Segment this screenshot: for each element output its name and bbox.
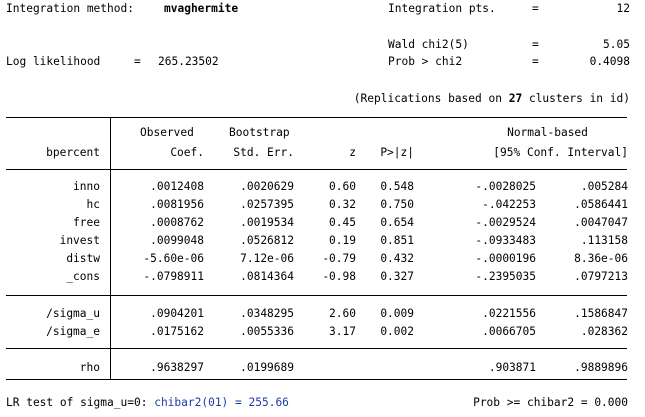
prob-eq: = (532, 55, 539, 68)
row-ci-high: 8.36e-06 (574, 252, 628, 265)
row-coef: .0175162 (150, 325, 204, 338)
lr-test-stat: chibar2(01) = 255.66 (154, 396, 289, 409)
row-name: inno (73, 180, 100, 193)
row-ci-low: .903871 (488, 361, 536, 374)
row-coef: -5.60e-06 (143, 252, 204, 265)
row-se: .0019534 (240, 216, 294, 229)
wald-eq: = (532, 38, 539, 51)
row-coef: -.0798911 (143, 270, 204, 283)
wald-value: 5.05 (603, 38, 630, 51)
section-rule-sigma (6, 295, 627, 296)
replications-count: 27 (508, 92, 523, 105)
row-ci-low: -.2395035 (475, 270, 536, 283)
row-z: 3.17 (329, 325, 356, 338)
lr-test-label: LR test of sigma_u=0: (6, 396, 148, 409)
row-coef: .0081956 (150, 198, 204, 211)
row-z: 0.19 (329, 234, 356, 247)
row-name: _cons (66, 270, 100, 283)
lr-test-prob: Prob >= chibar2 = 0.000 (473, 396, 628, 409)
row-name: /sigma_u (46, 307, 100, 320)
depvar-label: bpercent (46, 146, 100, 159)
row-z: 0.60 (329, 180, 356, 193)
row-p: 0.750 (380, 198, 414, 211)
replications-suffix: clusters in id) (528, 92, 630, 105)
prob-value: 0.4098 (589, 55, 630, 68)
row-se: .0526812 (240, 234, 294, 247)
row-ci-high: .9889896 (574, 361, 628, 374)
wald-label: Wald chi2(5) (388, 38, 469, 51)
row-ci-low: -.0029524 (475, 216, 536, 229)
row-p: 0.432 (380, 252, 414, 265)
row-se: .0020629 (240, 180, 294, 193)
row-z: -0.79 (322, 252, 356, 265)
table-top-rule (6, 117, 627, 118)
row-z: 0.32 (329, 198, 356, 211)
row-name: free (73, 216, 100, 229)
header-rule (6, 169, 627, 170)
stderr-header: Std. Err. (233, 146, 294, 159)
row-ci-low: -.0028025 (475, 180, 536, 193)
row-z: 2.60 (329, 307, 356, 320)
integration-pts-value: 12 (616, 2, 630, 15)
row-se: .0055336 (240, 325, 294, 338)
row-coef: .9638297 (150, 361, 204, 374)
row-ci-low: -.0933483 (475, 234, 536, 247)
row-name: rho (79, 361, 100, 374)
row-name: /sigma_e (46, 325, 100, 338)
row-z: -0.98 (322, 270, 356, 283)
row-coef: .0904201 (150, 307, 204, 320)
row-p: 0.851 (380, 234, 414, 247)
coef-header: Coef. (170, 146, 204, 159)
row-p: 0.548 (380, 180, 414, 193)
table-column-divider (110, 117, 111, 379)
loglik-value: 265.23502 (158, 55, 219, 68)
loglik-label: Log likelihood (6, 55, 101, 68)
prob-label: Prob > chi2 (388, 55, 463, 68)
integration-method-value: mvaghermite (164, 2, 239, 15)
row-coef: .0008762 (150, 216, 204, 229)
integration-pts-label: Integration pts. (388, 2, 496, 15)
integration-method-label: Integration method: (6, 2, 134, 15)
row-ci-low: .0221556 (482, 307, 536, 320)
integration-pts-eq: = (532, 2, 539, 15)
bootstrap-header-top: Bootstrap (229, 126, 290, 139)
table-bottom-rule (6, 379, 627, 380)
loglik-eq: = (134, 55, 141, 68)
lr-test-line: LR test of sigma_u=0: chibar2(01) = 255.… (6, 396, 289, 410)
row-name: invest (59, 234, 100, 247)
row-coef: .0012408 (150, 180, 204, 193)
row-se: .0348295 (240, 307, 294, 320)
row-ci-high: .005284 (580, 180, 628, 193)
row-ci-low: .0066705 (482, 325, 536, 338)
p-header: P>|z| (380, 146, 414, 159)
replications-prefix: (Replications based on (353, 92, 502, 105)
row-ci-high: .0797213 (574, 270, 628, 283)
row-se: .0257395 (240, 198, 294, 211)
conf-interval-header: [95% Conf. Interval] (493, 146, 628, 159)
row-ci-high: .1586847 (574, 307, 628, 320)
row-p: 0.327 (380, 270, 414, 283)
row-se: .0199689 (240, 361, 294, 374)
replications-note: (Replications based on 27 clusters in id… (290, 92, 630, 106)
row-ci-high: .0047047 (574, 216, 628, 229)
row-coef: .0099048 (150, 234, 204, 247)
row-p: 0.009 (380, 307, 414, 320)
row-ci-high: .113158 (580, 234, 628, 247)
row-name: distw (66, 252, 100, 265)
row-z: 0.45 (329, 216, 356, 229)
row-ci-high: .0586441 (574, 198, 628, 211)
row-ci-high: .028362 (580, 325, 628, 338)
z-header: z (349, 146, 356, 159)
row-p: 0.654 (380, 216, 414, 229)
row-name: hc (86, 198, 100, 211)
row-p: 0.002 (380, 325, 414, 338)
row-se: 7.12e-06 (240, 252, 294, 265)
section-rule-rho (6, 348, 627, 349)
row-se: .0814364 (240, 270, 294, 283)
observed-header-top: Observed (140, 126, 194, 139)
row-ci-low: -.042253 (482, 198, 536, 211)
normal-based-header: Normal-based (507, 126, 588, 139)
row-ci-low: -.0000196 (475, 252, 536, 265)
